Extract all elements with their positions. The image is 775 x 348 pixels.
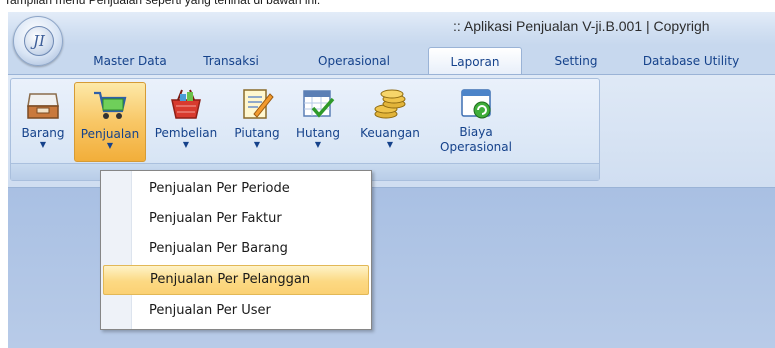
tab-setting[interactable]: Setting (542, 49, 610, 73)
ribbon-button-hutang[interactable]: Hutang ▼ (289, 82, 347, 160)
menu-item-penjualan-per-pelanggan[interactable]: Penjualan Per Pelanggan (103, 265, 369, 295)
dropdown-arrow-icon: ▼ (253, 140, 261, 149)
shopping-cart-icon (94, 91, 127, 119)
ribbon-button-label: Penjualan (80, 127, 140, 141)
ribbon-button-label: Hutang (296, 126, 340, 140)
tab-operasional[interactable]: Operasional (306, 49, 402, 73)
dropdown-arrow-icon: ▼ (39, 140, 47, 149)
ribbon-group-laporan: Barang ▼ Penjualan ▼ Pembelian ▼ Piutang… (10, 78, 600, 181)
ribbon-button-label: Barang (21, 126, 65, 140)
dropdown-arrow-icon: ▼ (314, 140, 322, 149)
ribbon-button-barang[interactable]: Barang ▼ (14, 82, 72, 160)
ribbon-button-keuangan[interactable]: Keuangan ▼ (350, 82, 430, 160)
tab-master-data[interactable]: Master Data (86, 49, 174, 73)
dropdown-arrow-icon: ▼ (182, 140, 190, 149)
ribbon-button-label: Piutang (234, 126, 280, 140)
ribbon-button-label-line2: Operasional (440, 140, 512, 154)
calendar-check-icon (303, 90, 335, 118)
ribbon-button-biaya-operasional[interactable]: Biaya Operasional (433, 82, 519, 160)
inbox-tray-icon (27, 93, 59, 119)
ribbon-button-label: Biaya (459, 125, 493, 139)
ribbon-button-piutang[interactable]: Piutang ▼ (228, 82, 286, 160)
ribbon-button-label: Keuangan (360, 126, 420, 140)
menu-item-penjualan-per-user[interactable]: Penjualan Per User (103, 297, 369, 325)
dropdown-arrow-icon: ▼ (386, 140, 394, 149)
menu-item-label: Penjualan Per Faktur (149, 211, 282, 226)
menu-item-label: Penjualan Per Barang (149, 241, 288, 256)
coin-stack-icon (374, 89, 406, 119)
ribbon-button-label: Pembelian (154, 126, 218, 140)
app-logo-icon: JI (24, 26, 54, 56)
ribbon-tab-bar: Master Data Transaksi Operasional Lapora… (8, 47, 775, 76)
tab-database-utility[interactable]: Database Utility (630, 49, 752, 73)
menu-item-penjualan-per-periode[interactable]: Penjualan Per Periode (103, 175, 369, 203)
dropdown-arrow-icon: ▼ (106, 141, 114, 150)
ribbon-button-penjualan[interactable]: Penjualan ▼ (74, 82, 146, 162)
menu-item-label: Penjualan Per Periode (149, 181, 290, 196)
menu-item-label: Penjualan Per Pelanggan (150, 272, 311, 287)
title-bar: :: Aplikasi Penjualan V-ji.B.001 | Copyr… (8, 12, 775, 45)
shopping-basket-icon (171, 89, 201, 119)
tab-transaksi[interactable]: Transaksi (198, 49, 264, 73)
application-menu-button[interactable]: JI (13, 16, 63, 66)
menu-item-label: Penjualan Per User (149, 303, 271, 318)
tab-laporan[interactable]: Laporan (428, 47, 522, 76)
ribbon-button-pembelian[interactable]: Pembelian ▼ (147, 82, 225, 160)
document-caption: Tampilan menu Penjualan seperti yang ter… (4, 0, 321, 7)
penjualan-dropdown-menu: Penjualan Per Periode Penjualan Per Fakt… (100, 170, 372, 330)
notepad-pencil-icon (243, 89, 274, 119)
window-title: :: Aplikasi Penjualan V-ji.B.001 | Copyr… (453, 18, 710, 34)
window-refresh-icon (461, 89, 491, 119)
menu-item-penjualan-per-faktur[interactable]: Penjualan Per Faktur (103, 205, 369, 233)
menu-item-penjualan-per-barang[interactable]: Penjualan Per Barang (103, 235, 369, 263)
